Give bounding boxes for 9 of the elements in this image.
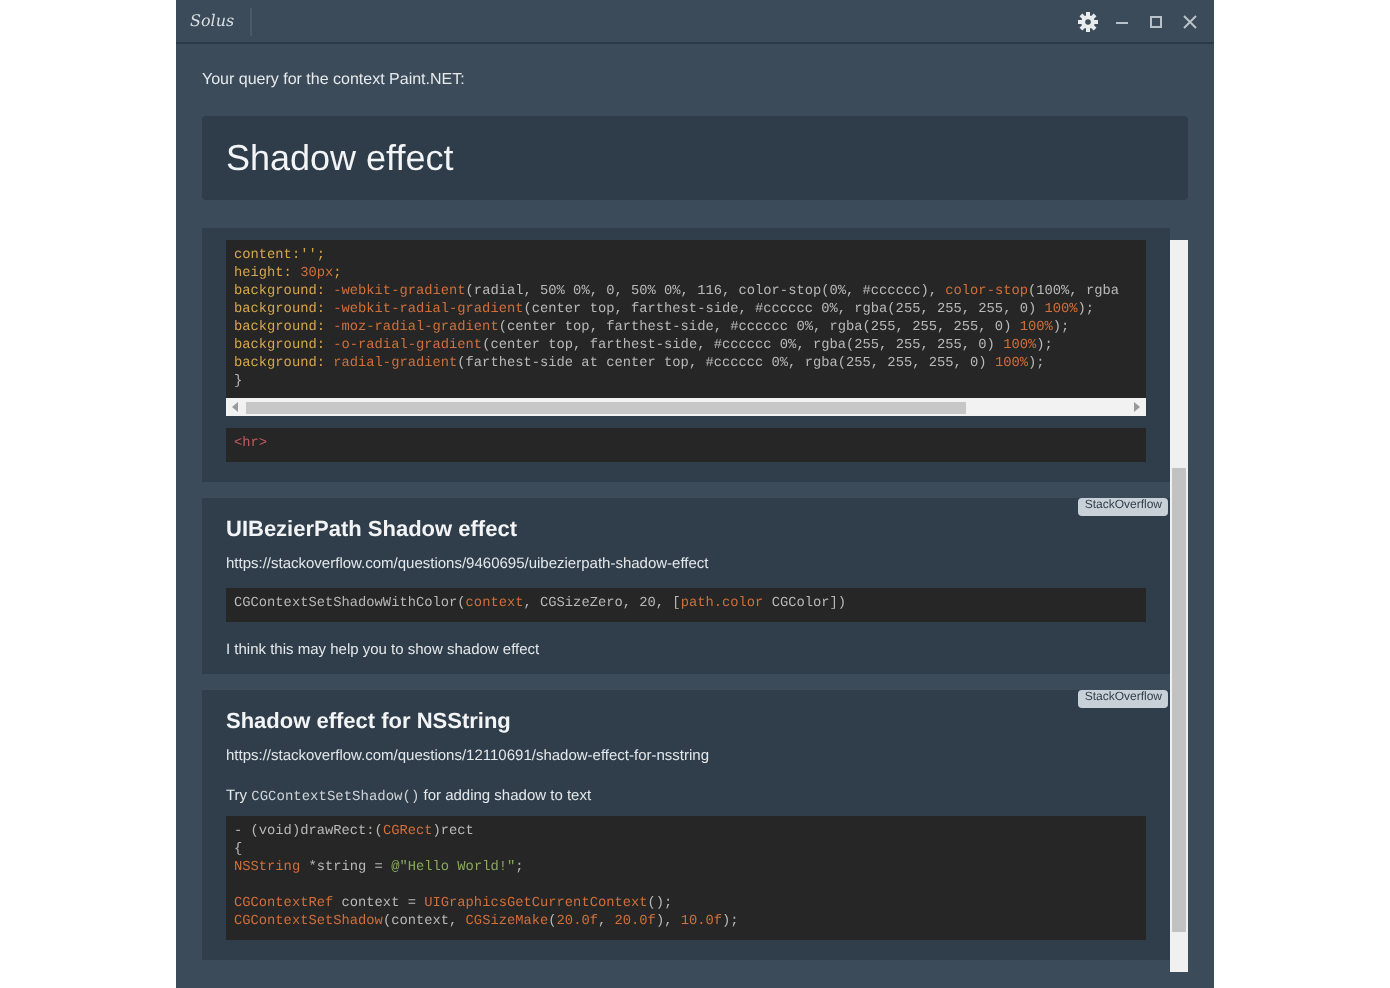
result-title: UIBezierPath Shadow effect: [226, 518, 519, 542]
query-field[interactable]: Shadow effect: [202, 116, 1188, 200]
query-label: Your query for the context Paint.NET:: [202, 70, 467, 88]
horizontal-scrollbar[interactable]: [226, 398, 1146, 416]
result-title: Shadow effect for NSString: [226, 710, 513, 734]
vertical-scrollbar[interactable]: [1170, 240, 1188, 972]
right-arrow-icon[interactable]: [1132, 402, 1140, 412]
app-logo: Solus: [190, 7, 253, 35]
left-arrow-icon[interactable]: [232, 402, 240, 412]
